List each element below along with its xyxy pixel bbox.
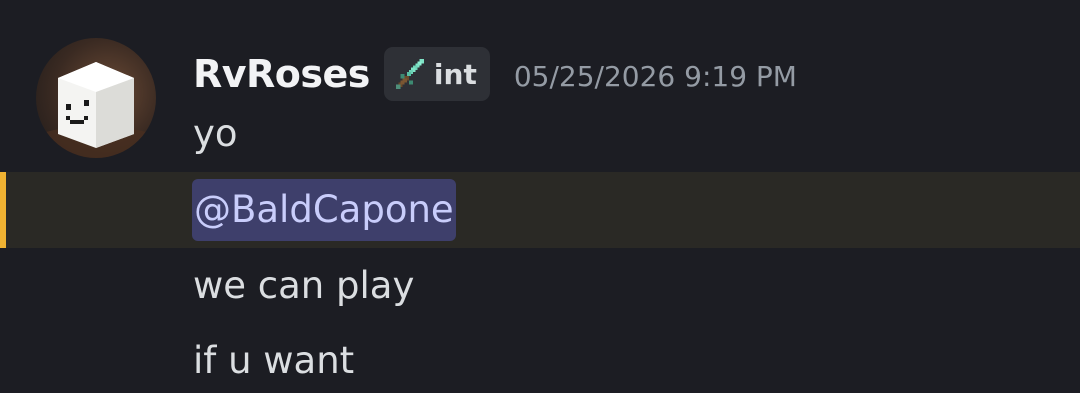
mention-highlight-bar: [0, 172, 6, 248]
user-avatar[interactable]: [36, 38, 156, 158]
user-mention[interactable]: @BaldCapone: [192, 179, 456, 241]
mention-highlight-row: @BaldCapone: [0, 172, 1080, 248]
guild-tag[interactable]: int: [383, 47, 490, 101]
timestamp[interactable]: 05/25/2026 9:19 PM: [514, 56, 797, 93]
username[interactable]: RvRoses: [193, 52, 370, 96]
message-group: RvRoses int 05/25/2026 9:19 PM yo @BaldC…: [0, 0, 1080, 393]
message-header: RvRoses int 05/25/2026 9:19 PM: [193, 44, 797, 104]
message-line: yo: [193, 112, 238, 155]
sword-icon: [396, 59, 424, 89]
message-line: we can play: [193, 264, 415, 307]
guild-tag-label: int: [433, 57, 477, 91]
avatar-image: [36, 62, 156, 158]
message-line: if u want: [193, 339, 355, 382]
